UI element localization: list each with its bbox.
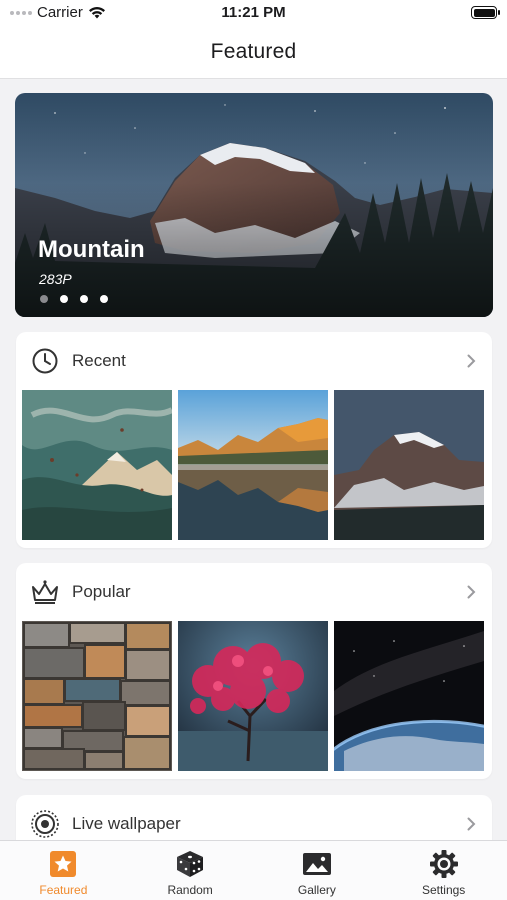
- thumbnail-red-tree[interactable]: [178, 621, 328, 771]
- thumbnail-painting[interactable]: [22, 390, 172, 540]
- tab-random[interactable]: Random: [127, 841, 254, 900]
- page-dot[interactable]: [40, 295, 48, 303]
- live-photo-icon: [30, 809, 60, 839]
- page-dot[interactable]: [100, 295, 108, 303]
- thumbnail-stone-wall[interactable]: [22, 621, 172, 771]
- recent-label: Recent: [72, 351, 126, 370]
- navigation-bar: Featured: [0, 26, 507, 79]
- popular-header[interactable]: Popular: [16, 563, 492, 621]
- live-wallpaper-label: Live wallpaper: [72, 814, 181, 833]
- tab-label: Random: [167, 883, 213, 897]
- status-bar: Carrier 11:21 PM: [0, 0, 507, 26]
- photo-icon: [302, 849, 332, 879]
- banner-subtitle: 283P: [39, 271, 72, 287]
- tab-label: Featured: [39, 883, 88, 897]
- recent-header[interactable]: Recent: [16, 332, 492, 390]
- thumbnail-earth[interactable]: [334, 621, 484, 771]
- crown-icon: [30, 577, 60, 607]
- chevron-right-icon[interactable]: [464, 585, 478, 599]
- star-icon: [48, 849, 78, 879]
- popular-label: Popular: [72, 582, 131, 601]
- featured-banner[interactable]: Mountain 283P: [15, 93, 493, 317]
- page-title: Featured: [210, 40, 297, 63]
- page-indicator[interactable]: [40, 295, 108, 303]
- mountain-banner-image: [15, 93, 493, 317]
- status-time: 11:21 PM: [221, 4, 286, 21]
- chevron-right-icon[interactable]: [464, 817, 478, 831]
- recent-section: Recent: [16, 332, 492, 548]
- chevron-right-icon[interactable]: [464, 354, 478, 368]
- dice-icon: [175, 849, 205, 879]
- clock-icon: [30, 346, 60, 376]
- thumbnail-lake[interactable]: [178, 390, 328, 540]
- page-dot[interactable]: [60, 295, 68, 303]
- tab-bar: Featured Random Gallery Settings: [0, 840, 507, 900]
- tab-settings[interactable]: Settings: [380, 841, 507, 900]
- banner-title: Mountain: [38, 236, 145, 263]
- recent-thumbnails: [16, 390, 492, 540]
- tab-label: Settings: [421, 883, 466, 897]
- popular-section: Popular: [16, 563, 492, 779]
- battery-icon: [471, 6, 500, 19]
- tab-label: Gallery: [297, 883, 336, 897]
- gear-icon: [429, 849, 459, 879]
- popular-thumbnails: [16, 621, 492, 771]
- tab-gallery[interactable]: Gallery: [254, 841, 381, 900]
- tab-featured[interactable]: Featured: [0, 841, 127, 900]
- page-dot[interactable]: [80, 295, 88, 303]
- thumbnail-half-dome[interactable]: [334, 390, 484, 540]
